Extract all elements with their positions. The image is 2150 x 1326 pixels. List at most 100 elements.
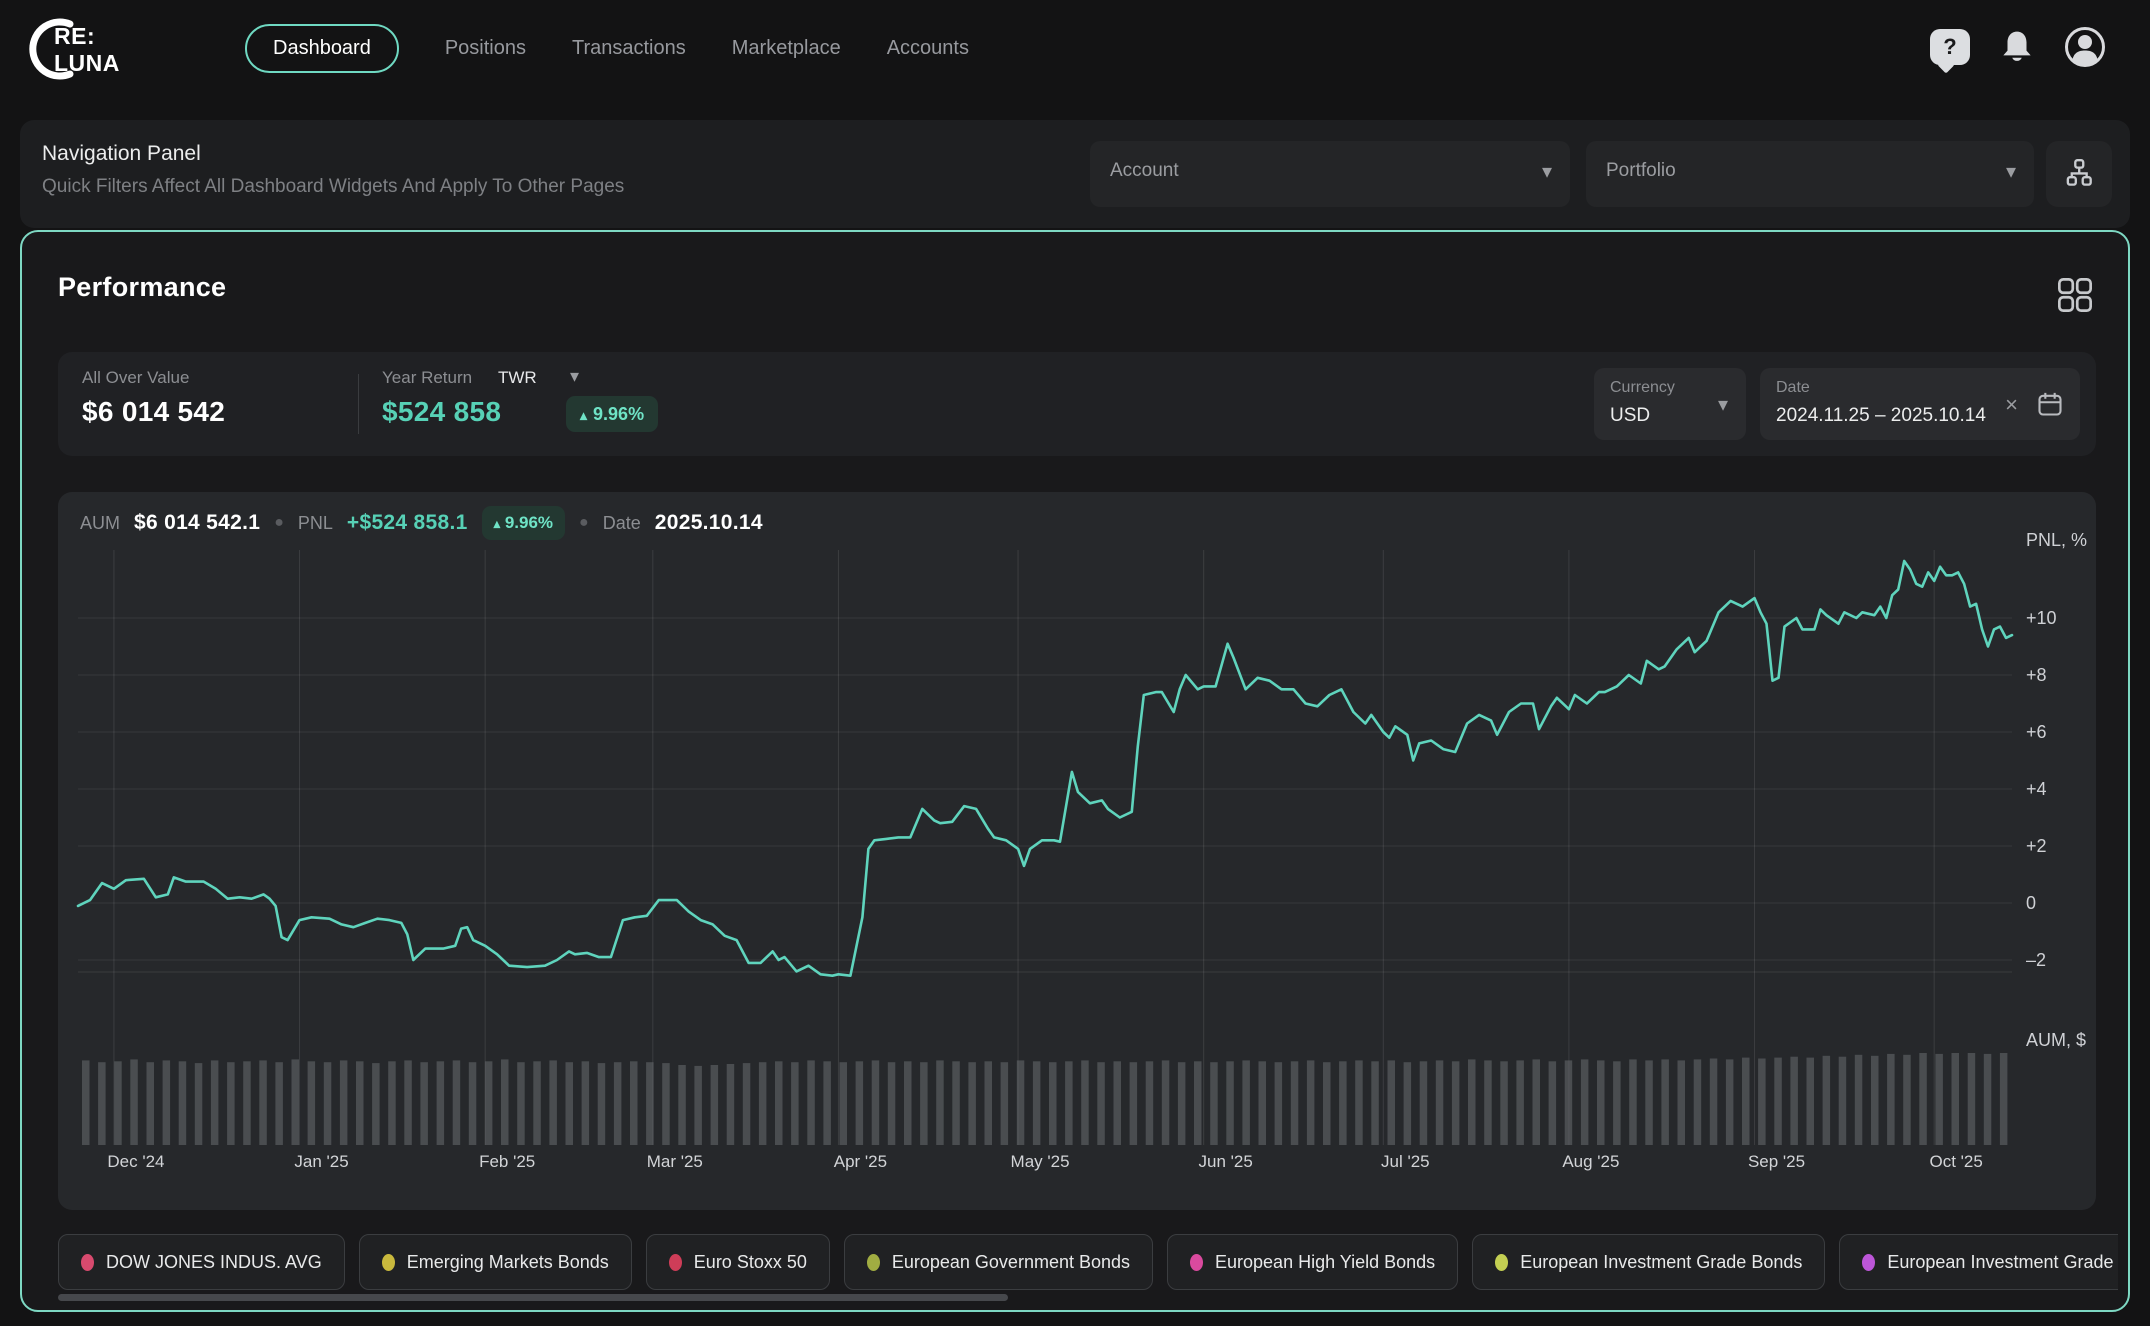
aum-axis-title: AUM, $ xyxy=(2026,1030,2086,1051)
clear-date-icon[interactable]: × xyxy=(2005,392,2018,418)
nav-item-positions[interactable]: Positions xyxy=(445,26,526,71)
aum-bar xyxy=(211,1060,219,1145)
aum-bar xyxy=(243,1061,251,1145)
legend-dot-icon xyxy=(1862,1254,1875,1271)
aum-bar xyxy=(1952,1053,1960,1145)
aum-bar xyxy=(1065,1061,1073,1145)
pnl-tick-label: +10 xyxy=(2026,608,2057,629)
x-axis-label: May '25 xyxy=(1011,1152,1070,1172)
year-return-pct-badge: ▴9.96% xyxy=(566,396,658,432)
portfolio-select-placeholder: Portfolio xyxy=(1606,160,1676,182)
x-axis-label: Dec '24 xyxy=(107,1152,164,1172)
legend-chip[interactable]: DOW JONES INDUS. AVG xyxy=(58,1234,345,1290)
widget-grid-icon[interactable] xyxy=(2056,276,2094,314)
currency-select[interactable]: Currency USD ▾ xyxy=(1594,368,1746,440)
aum-bar xyxy=(1694,1059,1702,1145)
legend-chip[interactable]: Emerging Markets Bonds xyxy=(359,1234,632,1290)
currency-label: Currency xyxy=(1610,379,1675,397)
aum-bar xyxy=(1323,1062,1331,1145)
year-return-mode-select[interactable]: TWR xyxy=(498,368,537,388)
aum-bar xyxy=(1194,1061,1202,1145)
chevron-down-icon: ▾ xyxy=(1542,159,1552,184)
account-select[interactable]: Account ▾ xyxy=(1090,141,1570,207)
aum-bar xyxy=(324,1062,332,1145)
account-select-placeholder: Account xyxy=(1110,160,1179,182)
legend-chip[interactable]: European High Yield Bonds xyxy=(1167,1234,1458,1290)
aum-bar xyxy=(791,1062,799,1145)
date-label: Date xyxy=(1776,379,1810,397)
aum-bar xyxy=(1984,1054,1992,1145)
legend-chip[interactable]: European Investment Grade Bonds xyxy=(1472,1234,1825,1290)
aum-bar xyxy=(114,1061,122,1145)
aum-bar xyxy=(1968,1053,1976,1145)
aum-bar xyxy=(1823,1056,1831,1145)
legend-scrollbar[interactable] xyxy=(58,1294,1008,1301)
aum-bar xyxy=(1259,1061,1267,1145)
aum-bar xyxy=(485,1061,493,1145)
aum-bar xyxy=(404,1060,412,1145)
navigation-panel: Navigation Panel Quick Filters Affect Al… xyxy=(20,120,2130,228)
brand-logo[interactable]: RE: LUNA xyxy=(18,14,168,86)
legend-dot-icon xyxy=(81,1254,94,1271)
aum-bar xyxy=(1516,1060,1524,1145)
aum-bar xyxy=(1355,1060,1363,1145)
date-range-picker[interactable]: Date 2024.11.25 – 2025.10.14 × xyxy=(1760,368,2080,440)
nav-item-dashboard[interactable]: Dashboard xyxy=(245,24,399,73)
hierarchy-view-button[interactable] xyxy=(2046,141,2112,207)
aum-bar xyxy=(1807,1058,1815,1145)
aum-bar xyxy=(678,1065,686,1145)
profile-avatar-icon[interactable] xyxy=(2064,26,2106,68)
legend-chip[interactable]: European Government Bonds xyxy=(844,1234,1153,1290)
legend-label: Euro Stoxx 50 xyxy=(694,1252,807,1273)
aum-bar xyxy=(1661,1059,1669,1145)
pnl-tick-label: +2 xyxy=(2026,836,2047,857)
aum-bar xyxy=(533,1061,541,1145)
bell-icon[interactable] xyxy=(1998,27,2036,67)
chart-canvas[interactable] xyxy=(58,492,2096,1210)
widget-title: Performance xyxy=(58,272,226,303)
aum-bar xyxy=(1033,1061,1041,1145)
navigation-panel-title: Navigation Panel xyxy=(42,142,201,166)
stats-strip: All Over Value $6 014 542 Year Return TW… xyxy=(58,352,2096,456)
aum-bar xyxy=(566,1062,574,1145)
pnl-tick-label: –2 xyxy=(2026,950,2046,971)
legend-chip[interactable]: European Investment Grade Bonds xyxy=(1839,1234,2118,1290)
aum-bar xyxy=(1549,1061,1557,1145)
legend-dot-icon xyxy=(669,1254,682,1271)
performance-widget: Performance All Over Value $6 014 542 Ye… xyxy=(20,230,2130,1312)
all-over-value: $6 014 542 xyxy=(82,396,225,428)
chevron-down-icon: ▾ xyxy=(2006,159,2016,184)
aum-bar xyxy=(292,1059,300,1145)
aum-bar xyxy=(227,1062,235,1145)
aum-bar xyxy=(888,1062,896,1145)
nav-item-transactions[interactable]: Transactions xyxy=(572,26,686,71)
aum-bar xyxy=(2000,1053,2008,1145)
portfolio-select[interactable]: Portfolio ▾ xyxy=(1586,141,2034,207)
aum-bar xyxy=(1226,1061,1234,1145)
aum-bar xyxy=(840,1062,848,1145)
aum-bar xyxy=(1726,1059,1734,1145)
aum-bar xyxy=(163,1060,171,1145)
nav-item-marketplace[interactable]: Marketplace xyxy=(732,26,841,71)
aum-bar xyxy=(1081,1060,1089,1145)
x-axis-label: Mar '25 xyxy=(647,1152,703,1172)
chevron-down-icon[interactable]: ▾ xyxy=(570,366,579,387)
legend-label: Emerging Markets Bonds xyxy=(407,1252,609,1273)
aum-bar xyxy=(1388,1060,1396,1145)
aum-bar xyxy=(1291,1061,1299,1145)
aum-bar xyxy=(372,1063,380,1145)
aum-bar xyxy=(936,1060,944,1145)
chart-legend: DOW JONES INDUS. AVG Emerging Markets Bon… xyxy=(58,1234,2118,1290)
calendar-icon[interactable] xyxy=(2036,390,2064,418)
aum-bar xyxy=(1275,1062,1283,1145)
aum-bar xyxy=(743,1063,751,1145)
aum-bar xyxy=(1629,1059,1637,1145)
help-icon[interactable]: ? xyxy=(1930,29,1970,65)
pnl-line-series xyxy=(78,561,2012,976)
aum-bar xyxy=(1887,1054,1895,1145)
aum-bar xyxy=(453,1060,461,1145)
legend-chip[interactable]: Euro Stoxx 50 xyxy=(646,1234,830,1290)
aum-bar xyxy=(501,1059,509,1145)
aum-bar xyxy=(1001,1062,1009,1145)
nav-item-accounts[interactable]: Accounts xyxy=(887,26,969,71)
